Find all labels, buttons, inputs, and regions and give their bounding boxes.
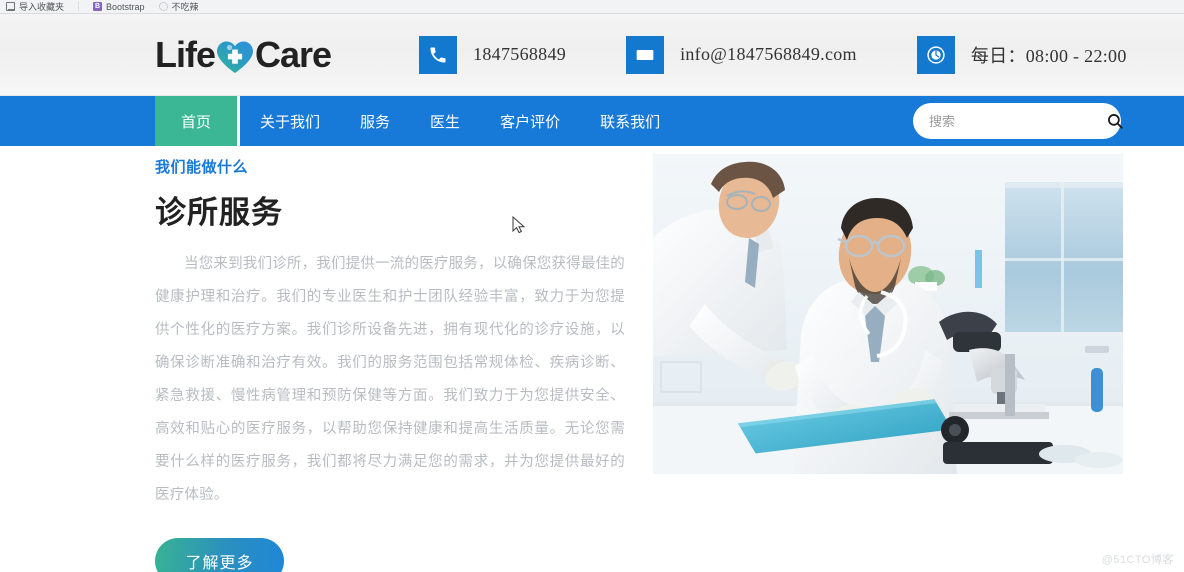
bookmark-import-label: 导入收藏夹 — [19, 2, 65, 12]
nav-item-services[interactable]: 服务 — [340, 96, 410, 146]
bookmark-import[interactable]: 导入收藏夹 — [6, 0, 64, 13]
nav-item-testimonials-label: 客户评价 — [500, 113, 561, 131]
search-box[interactable] — [913, 103, 1123, 139]
web-page: Life Care 1847568849 info@1847568849.com… — [0, 14, 1184, 572]
page-title: 诊所服务 — [155, 195, 283, 230]
bookmark-bootstrap-label: Bootstrap — [106, 1, 145, 12]
heart-cross-icon — [216, 40, 254, 74]
bookmark-blog[interactable]: 不吃辣 — [158, 0, 199, 13]
clinic-photo — [653, 154, 1123, 474]
section-eyebrow: 我们能做什么 — [155, 159, 249, 176]
header-contact-group: 1847568849 info@1847568849.com 每日：08:00 … — [419, 35, 1127, 74]
services-media-column — [653, 154, 1124, 572]
clock-icon — [916, 35, 955, 74]
header-contact-phone[interactable]: 1847568849 — [419, 35, 567, 74]
nav-item-contact-label: 联系我们 — [600, 113, 661, 131]
services-section: 我们能做什么 诊所服务 当您来到我们诊所，我们提供一流的医疗服务，以确保您获得最… — [0, 146, 1184, 572]
bootstrap-icon: B — [93, 2, 103, 11]
envelope-icon — [626, 35, 665, 74]
bookmark-separator — [78, 2, 80, 11]
search-icon[interactable] — [1105, 111, 1125, 131]
nav-item-doctors[interactable]: 医生 — [410, 96, 480, 146]
nav-item-home-label: 首页 — [181, 113, 212, 131]
header-contact-hours: 每日：08:00 - 22:00 — [916, 35, 1127, 74]
nav-item-home[interactable]: 首页 — [155, 96, 241, 146]
phone-number: 1847568849 — [473, 44, 567, 64]
nav-item-testimonials[interactable]: 客户评价 — [480, 96, 580, 146]
logo-text-left: Life — [155, 33, 216, 75]
services-paragraph: 当您来到我们诊所，我们提供一流的医疗服务，以确保您获得最佳的健康护理和治疗。我们… — [155, 256, 625, 503]
header-contact-email[interactable]: info@1847568849.com — [626, 35, 857, 74]
learn-more-button[interactable]: 了解更多 — [155, 538, 284, 572]
nav-item-about[interactable]: 关于我们 — [240, 96, 340, 146]
phone-icon — [419, 35, 458, 74]
search-input[interactable] — [929, 113, 1105, 129]
nav-item-list: 首页 关于我们 服务 医生 客户评价 联系我们 — [155, 96, 680, 146]
services-text-column: 我们能做什么 诊所服务 当您来到我们诊所，我们提供一流的医疗服务，以确保您获得最… — [155, 154, 625, 572]
bookmark-blog-label: 不吃辣 — [171, 2, 199, 12]
email-address: info@1847568849.com — [680, 44, 857, 64]
site-logo[interactable]: Life Care — [155, 33, 332, 76]
watermark: @51CTO博客 — [1101, 554, 1174, 566]
logo-text-right: Care — [255, 33, 332, 75]
import-bookmarks-icon — [6, 2, 15, 11]
bookmark-bootstrap[interactable]: B Bootstrap — [93, 2, 145, 12]
main-navigation: 首页 关于我们 服务 医生 客户评价 联系我们 — [0, 96, 1184, 146]
site-header: Life Care 1847568849 info@1847568849.com… — [0, 14, 1184, 96]
browser-bookmark-bar: 导入收藏夹 B Bootstrap 不吃辣 — [0, 0, 1184, 14]
nav-item-contact[interactable]: 联系我们 — [580, 96, 680, 146]
globe-icon — [158, 2, 168, 11]
nav-item-about-label: 关于我们 — [260, 113, 321, 131]
opening-hours: 每日：08:00 - 22:00 — [970, 45, 1127, 66]
nav-item-doctors-label: 医生 — [430, 113, 461, 131]
nav-item-services-label: 服务 — [360, 113, 391, 131]
